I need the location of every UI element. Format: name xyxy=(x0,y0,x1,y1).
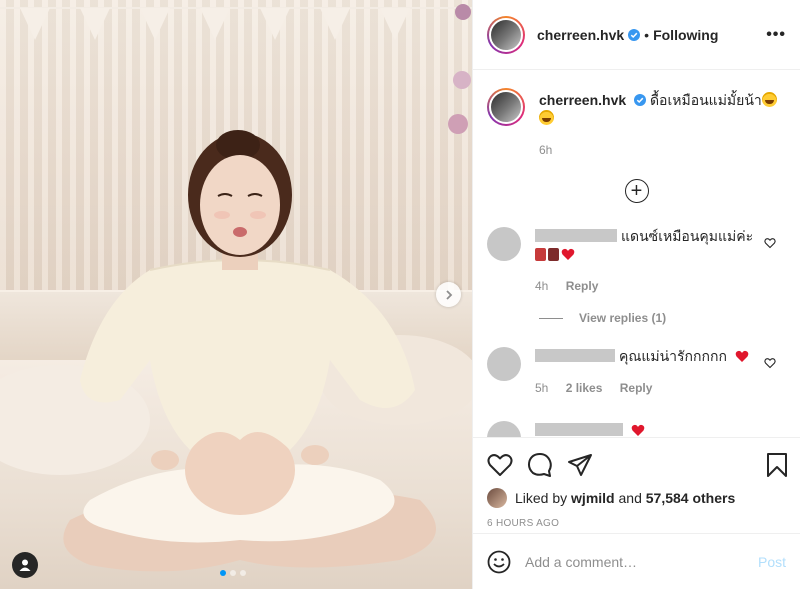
comments-section[interactable]: cherreen.hvk ดื้อเหมือนแม่มั้ยน้า 6h + แ… xyxy=(473,70,800,437)
verified-icon xyxy=(634,94,647,106)
post-header: cherreen.hvk • Following ••• xyxy=(473,0,800,70)
comment-text: คุณแม่น่ารักกกกก xyxy=(619,348,727,364)
more-options-icon[interactable]: ••• xyxy=(766,26,786,44)
grinning-emoji-icon xyxy=(761,92,777,107)
like-comment-icon[interactable] xyxy=(764,237,776,249)
following-button[interactable]: Following xyxy=(653,27,718,43)
red-heart-emoji-icon xyxy=(561,248,575,260)
heart-icon[interactable] xyxy=(487,453,513,477)
carousel-dot xyxy=(240,570,246,576)
redacted-username xyxy=(535,423,623,436)
post-photo[interactable] xyxy=(0,0,472,589)
caption-username[interactable]: cherreen.hvk xyxy=(539,92,626,108)
post-caption: cherreen.hvk ดื้อเหมือนแม่มั้ยน้า xyxy=(473,70,800,127)
comment-item-partial xyxy=(473,421,800,437)
liker-username[interactable]: wjmild xyxy=(571,490,615,506)
add-comment-bar: Post xyxy=(473,533,800,589)
posted-time: 6 HOURS AGO xyxy=(487,518,560,529)
comment-time: 5h xyxy=(535,381,549,395)
header-separator: • xyxy=(644,26,650,43)
likes-summary: Liked by wjmild and 57,584 others xyxy=(487,488,788,508)
commenter-avatar[interactable] xyxy=(487,347,521,381)
comment-time: 4h xyxy=(535,279,549,293)
view-replies-label: View replies (1) xyxy=(579,311,667,325)
redacted-username xyxy=(535,229,617,242)
commenter-avatar[interactable] xyxy=(487,421,521,437)
post-modal: cherreen.hvk • Following ••• cherreen.hv… xyxy=(0,0,800,589)
dancer-emoji-icon xyxy=(535,248,546,261)
carousel-dot-active xyxy=(220,570,226,576)
user-tag-icon xyxy=(19,559,31,571)
liker-avatar[interactable] xyxy=(487,488,507,508)
chevron-right-icon xyxy=(445,289,452,300)
author-avatar[interactable] xyxy=(487,15,525,54)
author-username[interactable]: cherreen.hvk xyxy=(537,27,624,43)
user-tag-button[interactable] xyxy=(12,552,38,578)
caption-time: 6h xyxy=(539,143,553,157)
add-circle-icon[interactable]: + xyxy=(624,179,649,203)
comment-item: คุณแม่น่ารักกกกก 5h 2 likes Reply xyxy=(473,347,800,397)
bookmark-icon[interactable] xyxy=(766,452,788,478)
red-heart-emoji-icon xyxy=(631,424,645,436)
caption-text: cherreen.hvk ดื้อเหมือนแม่มั้ยน้า xyxy=(539,88,777,127)
post-panel: cherreen.hvk • Following ••• cherreen.hv… xyxy=(472,0,800,589)
red-heart-emoji-icon xyxy=(735,350,749,362)
comment-text: แดนซ์เหมือนคุมแม่ค่ะ xyxy=(621,228,754,244)
reply-button[interactable]: Reply xyxy=(566,279,599,293)
reply-button[interactable]: Reply xyxy=(620,381,653,395)
likes-count[interactable]: 57,584 others xyxy=(646,490,736,506)
dancer-emoji-icon xyxy=(548,248,559,261)
grinning-emoji-icon xyxy=(539,110,554,125)
comment-meta: 5h 2 likes Reply xyxy=(535,379,786,397)
woman-figure xyxy=(0,4,472,572)
caption-body: ดื้อเหมือนแม่มั้ยน้า xyxy=(649,92,762,108)
action-bar xyxy=(487,448,788,482)
post-actions-area: Liked by wjmild and 57,584 others 6 HOUR… xyxy=(473,437,800,533)
verified-icon xyxy=(628,28,641,41)
commenter-avatar[interactable] xyxy=(487,227,521,261)
share-icon[interactable] xyxy=(567,453,593,477)
comment-likes[interactable]: 2 likes xyxy=(566,381,603,395)
likes-conj: and xyxy=(618,490,642,506)
next-photo-button[interactable] xyxy=(436,282,461,307)
carousel-dot xyxy=(230,570,236,576)
like-comment-icon[interactable] xyxy=(764,357,776,369)
comment-item: แดนซ์เหมือนคุมแม่ค่ะ 4h Reply xyxy=(473,227,800,295)
comment-meta: 4h Reply xyxy=(535,277,786,295)
emoji-icon[interactable] xyxy=(487,550,511,574)
redacted-username xyxy=(535,349,615,362)
comment-input[interactable] xyxy=(525,553,758,570)
post-comment-button[interactable]: Post xyxy=(758,554,786,570)
view-replies-button[interactable]: View replies (1) xyxy=(539,311,800,325)
comment-icon[interactable] xyxy=(527,452,553,478)
likes-prefix: Liked by xyxy=(515,490,568,506)
caption-avatar[interactable] xyxy=(487,88,525,126)
replies-line xyxy=(539,317,563,319)
carousel-dots xyxy=(220,570,246,576)
